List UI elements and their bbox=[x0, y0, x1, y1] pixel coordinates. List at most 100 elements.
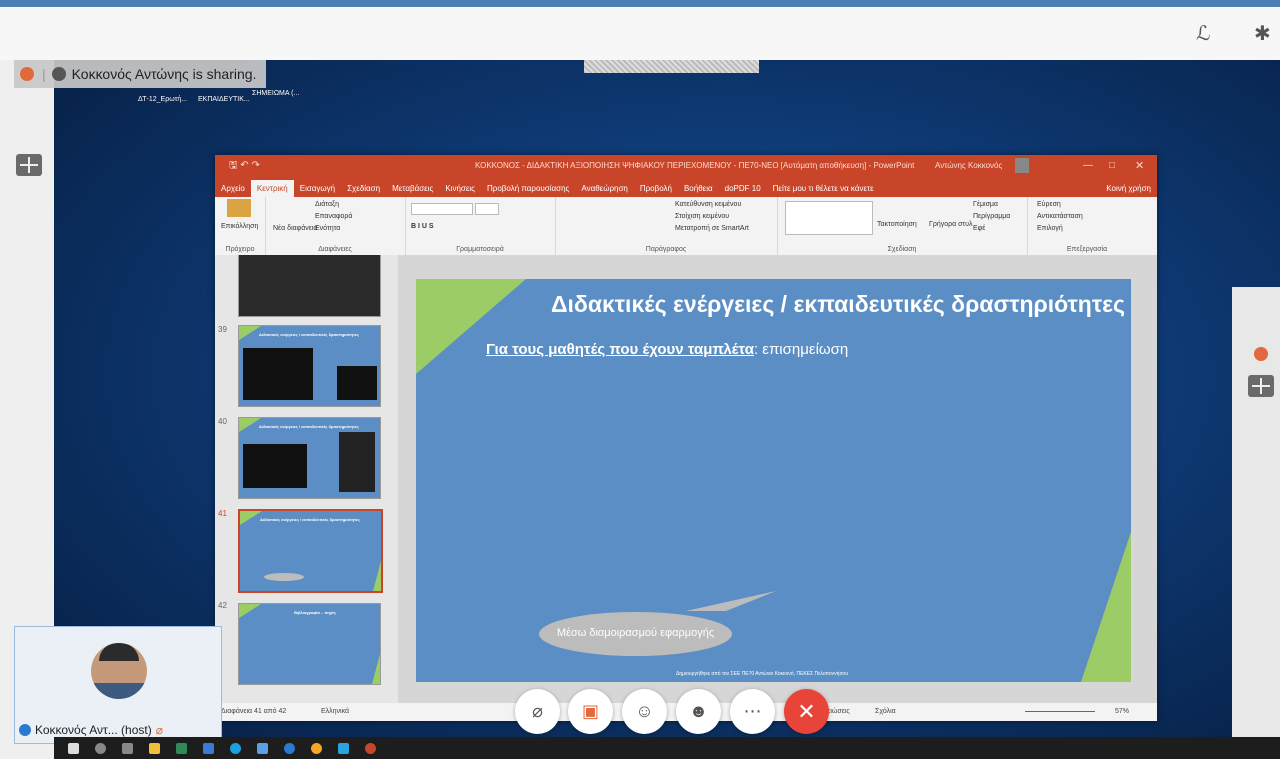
tab-dopdf[interactable]: doPDF 10 bbox=[719, 180, 767, 197]
slide-thumbnail[interactable]: Διδακτικές ενέργειες / εκπαιδευτικές δρα… bbox=[238, 417, 381, 499]
explorer-icon[interactable] bbox=[149, 742, 160, 754]
tab-file[interactable]: Αρχείο bbox=[215, 180, 251, 197]
select-button[interactable]: Επιλογή bbox=[1037, 225, 1063, 232]
tab-slideshow[interactable]: Προβολή παρουσίασης bbox=[481, 180, 575, 197]
slide-title[interactable]: Διδακτικές ενέργειες / εκπαιδευτικές δρα… bbox=[520, 291, 1125, 318]
align-text-button[interactable]: Στοίχιση κειμένου bbox=[675, 213, 729, 220]
reset-button[interactable]: Επαναφορά bbox=[315, 213, 352, 220]
search-icon[interactable] bbox=[95, 742, 106, 754]
font-size-select[interactable] bbox=[475, 203, 499, 215]
powerpoint-icon[interactable] bbox=[365, 742, 376, 754]
desktop-icon-label[interactable]: ΕΚΠΑΙΔΕΥΤΙΚ... bbox=[198, 96, 250, 103]
taskbar-app-icon[interactable] bbox=[176, 742, 187, 754]
subtitle-bold: Για τους μαθητές που έχουν ταμπλέτα bbox=[486, 341, 754, 358]
sharing-toolbar-handle[interactable] bbox=[584, 60, 759, 73]
font-family-select[interactable] bbox=[411, 203, 473, 215]
maximize-icon[interactable]: □ bbox=[1109, 155, 1115, 177]
taskbar-app-icon[interactable] bbox=[203, 742, 214, 754]
arrange-button[interactable]: Τακτοποίηση bbox=[877, 221, 917, 228]
share-button[interactable]: Κοινή χρήση bbox=[1100, 180, 1157, 197]
window-title: ΚΟΚΚΟΝΟΣ - ΔΙΔΑΚΤΙΚΗ ΑΞΙΟΠΟΙΗΣΗ ΨΗΦΙΑΚΟΥ… bbox=[475, 161, 915, 170]
zoom-slider[interactable] bbox=[1025, 711, 1095, 712]
language-indicator[interactable]: Ελληνικά bbox=[321, 703, 349, 721]
slide-thumbnail[interactable]: Διδακτικές ενέργειες / εκπαιδευτικές δρα… bbox=[238, 325, 381, 407]
scribble-icon[interactable]: ℒ bbox=[1196, 21, 1210, 46]
tell-me-search[interactable]: Πείτε μου τι θέλετε να κάνετε bbox=[767, 180, 880, 197]
callout-tail bbox=[686, 591, 776, 611]
taskbar-app-icon[interactable] bbox=[284, 742, 295, 754]
taskbar-app-icon[interactable] bbox=[257, 742, 268, 754]
replace-button[interactable]: Αντικατάσταση bbox=[1037, 213, 1083, 220]
tab-transitions[interactable]: Μεταβάσεις bbox=[386, 180, 439, 197]
slide-thumbnail[interactable] bbox=[238, 255, 381, 317]
slide-number: 41 bbox=[218, 509, 227, 518]
quick-access-icons[interactable]: 🖫 ↶ ↷ bbox=[229, 155, 260, 177]
layout-button[interactable]: Διάταξη bbox=[315, 201, 339, 208]
shape-outline-button[interactable]: Περίγραμμα bbox=[973, 213, 1010, 220]
drawing-group: Τακτοποίηση Γρήγορα στυλ Γέμισμα Περίγρα… bbox=[777, 197, 1028, 255]
thumbnail-title: Διδακτικές ενέργειες / εκπαιδευτικές δρα… bbox=[259, 332, 359, 337]
thumbnail-title: Βιβλιογραφία – πηγές bbox=[294, 610, 336, 615]
chrome-icon[interactable] bbox=[311, 742, 322, 754]
task-view-icon[interactable] bbox=[122, 742, 133, 754]
shapes-gallery[interactable] bbox=[785, 201, 873, 235]
callout-bubble[interactable]: Μέσω διαμοιρασμού εφαρμογής bbox=[539, 612, 732, 656]
end-call-button[interactable]: ✕ bbox=[784, 689, 829, 734]
tab-view[interactable]: Προβολή bbox=[634, 180, 678, 197]
edge-icon[interactable] bbox=[230, 742, 241, 754]
participants-button[interactable]: ☺ bbox=[622, 689, 667, 734]
find-button[interactable]: Εύρεση bbox=[1037, 201, 1061, 208]
tab-review[interactable]: Αναθεώρηση bbox=[575, 180, 633, 197]
slide-counter: Διαφάνεια 41 από 42 bbox=[221, 708, 287, 715]
self-video-tile[interactable]: Κοκκονός Αντ... (host) ⌀ bbox=[14, 626, 222, 744]
stop-video-icon: ▣ bbox=[581, 701, 599, 721]
green-corner bbox=[416, 279, 526, 374]
zoom-level[interactable]: 57% bbox=[1115, 703, 1129, 721]
desktop-icon-label[interactable]: ΣΗΜΕΙΩΜΑ (... bbox=[252, 90, 299, 97]
section-button[interactable]: Ενότητα bbox=[315, 225, 340, 232]
paste-button[interactable]: Επικόλληση bbox=[221, 223, 258, 230]
new-slide-button[interactable]: Νέα διαφάνεια bbox=[273, 225, 317, 232]
layout-grid-button[interactable] bbox=[1248, 375, 1274, 397]
minimize-icon[interactable]: — bbox=[1083, 155, 1093, 177]
slide-thumbnail-selected[interactable]: Διδακτικές ενέργειες / εκπαιδευτικές δρα… bbox=[238, 509, 383, 593]
bold-italic-underline[interactable]: B I U S bbox=[411, 223, 434, 230]
stop-video-button[interactable]: ▣ bbox=[568, 689, 613, 734]
slide-subtitle[interactable]: Για τους μαθητές που έχουν ταμπλέτα: επι… bbox=[486, 341, 848, 358]
tab-help[interactable]: Βοήθεια bbox=[678, 180, 719, 197]
sharing-text: Κοκκονός Αντώνης is sharing. bbox=[71, 66, 257, 82]
more-button[interactable]: ⋯ bbox=[730, 689, 775, 734]
host-icon bbox=[19, 724, 31, 736]
tab-animations[interactable]: Κινήσεις bbox=[439, 180, 481, 197]
shape-fill-button[interactable]: Γέμισμα bbox=[973, 201, 998, 208]
start-icon[interactable] bbox=[68, 742, 79, 754]
tab-design[interactable]: Σχεδίαση bbox=[341, 180, 386, 197]
desktop-icon-label[interactable]: ΔΤ-12_Ερωτή... bbox=[138, 96, 187, 103]
slide-thumbnail[interactable]: Βιβλιογραφία – πηγές bbox=[238, 603, 381, 685]
group-label: Γραμματοσειρά bbox=[456, 246, 504, 253]
text-direction-button[interactable]: Κατεύθυνση κειμένου bbox=[675, 201, 741, 208]
smartart-button[interactable]: Μετατροπή σε SmartArt bbox=[675, 225, 749, 232]
tab-home[interactable]: Κεντρική bbox=[250, 180, 294, 197]
tab-insert[interactable]: Εισαγωγή bbox=[294, 180, 341, 197]
record-icon bbox=[20, 67, 34, 81]
muted-mic-icon: ⌀ bbox=[155, 723, 163, 737]
green-corner bbox=[1081, 532, 1131, 682]
mute-mic-button[interactable]: ⌀ bbox=[515, 689, 560, 734]
comments-button[interactable]: Σχόλια bbox=[875, 703, 896, 721]
close-icon[interactable]: ✕ bbox=[1135, 155, 1144, 177]
taskbar-app-icon[interactable] bbox=[338, 742, 349, 754]
powerpoint-window: 🖫 ↶ ↷ ΚΟΚΚΟΝΟΣ - ΔΙΔΑΚΤΙΚΗ ΑΞΙΟΠΟΙΗΣΗ ΨΗ… bbox=[215, 155, 1157, 721]
reactions-button[interactable]: ☻ bbox=[676, 689, 721, 734]
self-name: Κοκκονός Αντ... (host) ⌀ bbox=[19, 723, 163, 737]
sharing-banner: | Κοκκονός Αντώνης is sharing. bbox=[14, 60, 267, 88]
layout-grid-button[interactable] bbox=[16, 154, 42, 176]
paste-icon[interactable] bbox=[227, 199, 251, 217]
slide-thumbnails[interactable]: 39 Διδακτικές ενέργειες / εκπαιδευτικές … bbox=[215, 255, 398, 703]
current-slide[interactable]: Διδακτικές ενέργειες / εκπαιδευτικές δρα… bbox=[416, 279, 1131, 682]
user-avatar[interactable] bbox=[1015, 158, 1029, 173]
bluetooth-icon[interactable]: ✱ bbox=[1254, 21, 1271, 46]
shape-effects-button[interactable]: Εφέ bbox=[973, 225, 985, 232]
quick-styles-button[interactable]: Γρήγορα στυλ bbox=[929, 221, 973, 228]
group-label: Διαφάνειες bbox=[318, 246, 352, 253]
